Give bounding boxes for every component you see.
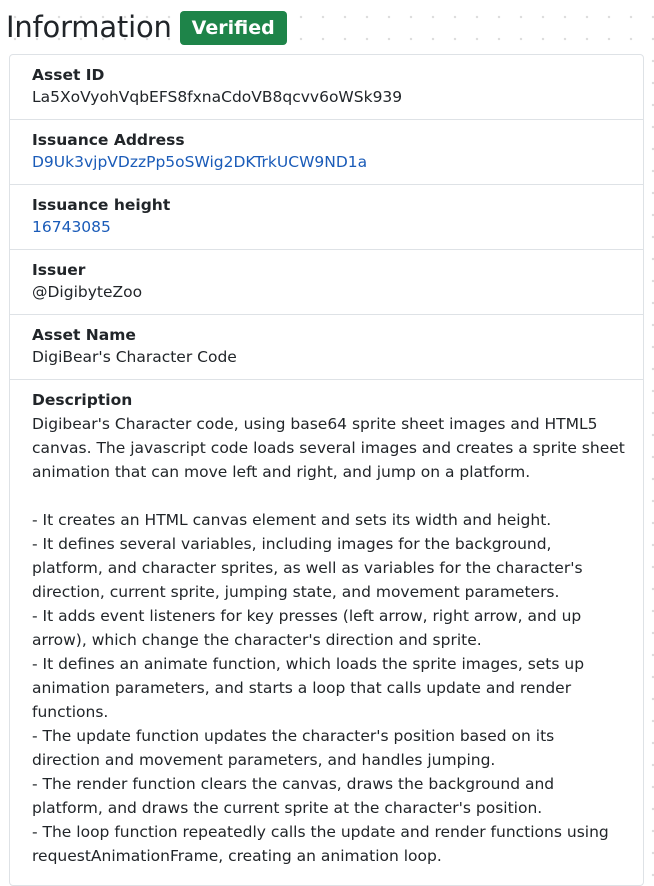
page-header: Information Verified <box>6 8 287 46</box>
asset-name-label: Asset Name <box>32 326 136 344</box>
description-text: Digibear's Character code, using base64 … <box>32 415 625 865</box>
issuer-label: Issuer <box>32 261 86 279</box>
asset-id-item: Asset ID La5XoVyohVqbEFS8fxnaCdoVB8qcvv6… <box>10 55 643 120</box>
issuance-height-label: Issuance height <box>32 196 171 214</box>
issuer-item: Issuer @DigibyteZoo <box>10 250 643 315</box>
asset-name-value: DigiBear's Character Code <box>32 348 237 366</box>
issuance-address-link[interactable]: D9Uk3vjpVDzzPp5oSWig2DKTrkUCW9ND1a <box>32 151 621 173</box>
issuance-address-item: Issuance Address D9Uk3vjpVDzzPp5oSWig2DK… <box>10 120 643 185</box>
issuer-value: @DigibyteZoo <box>32 283 143 301</box>
asset-name-item: Asset Name DigiBear's Character Code <box>10 315 643 380</box>
page-title: Information <box>6 10 172 44</box>
asset-id-label: Asset ID <box>32 66 105 84</box>
information-card: Asset ID La5XoVyohVqbEFS8fxnaCdoVB8qcvv6… <box>9 54 644 886</box>
issuance-height-link[interactable]: 16743085 <box>32 216 621 238</box>
description-item: Description Digibear's Character code, u… <box>10 380 643 868</box>
description-label: Description <box>32 391 133 409</box>
verified-badge: Verified <box>179 11 287 45</box>
issuance-address-label: Issuance Address <box>32 131 185 149</box>
asset-id-value: La5XoVyohVqbEFS8fxnaCdoVB8qcvv6oWSk939 <box>32 88 403 106</box>
issuance-height-item: Issuance height 16743085 <box>10 185 643 250</box>
